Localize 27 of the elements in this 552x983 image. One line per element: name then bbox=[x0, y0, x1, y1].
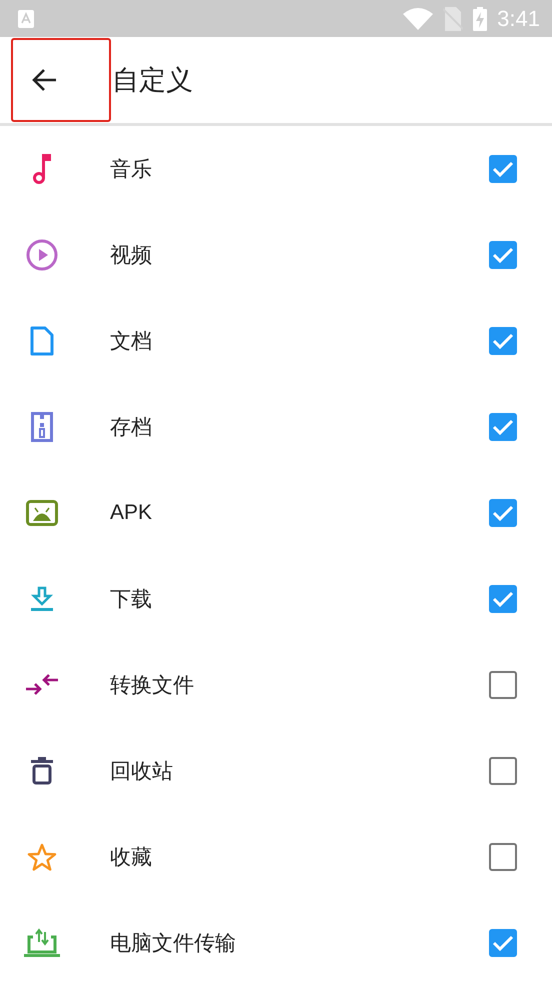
checkbox[interactable] bbox=[489, 843, 517, 871]
checkbox[interactable] bbox=[489, 499, 517, 527]
item-label: 回收站 bbox=[110, 759, 174, 785]
battery-icon bbox=[473, 6, 488, 30]
checkbox[interactable] bbox=[489, 757, 517, 785]
page-title: 自定义 bbox=[112, 64, 193, 98]
item-label: 收藏 bbox=[110, 845, 153, 871]
item-label: 视频 bbox=[110, 243, 153, 269]
item-label: 转换文件 bbox=[110, 673, 195, 699]
checkbox[interactable] bbox=[489, 929, 517, 957]
checkbox[interactable] bbox=[489, 413, 517, 441]
item-label: 下载 bbox=[110, 587, 153, 613]
wifi-icon bbox=[403, 8, 434, 30]
no-sim-icon bbox=[443, 6, 464, 30]
item-label: 电脑文件传输 bbox=[110, 931, 237, 957]
checkbox[interactable] bbox=[489, 585, 517, 613]
item-label: 文档 bbox=[110, 329, 153, 355]
back-arrow-icon bbox=[31, 68, 57, 92]
back-button[interactable] bbox=[11, 38, 111, 122]
checkbox[interactable] bbox=[489, 155, 517, 183]
item-label: APK bbox=[110, 501, 154, 525]
notification-icon bbox=[18, 10, 34, 28]
item-label: 存档 bbox=[110, 415, 153, 441]
checkbox[interactable] bbox=[489, 671, 517, 699]
checkbox[interactable] bbox=[489, 327, 517, 355]
item-label: 音乐 bbox=[110, 157, 153, 183]
checkbox[interactable] bbox=[489, 241, 517, 269]
